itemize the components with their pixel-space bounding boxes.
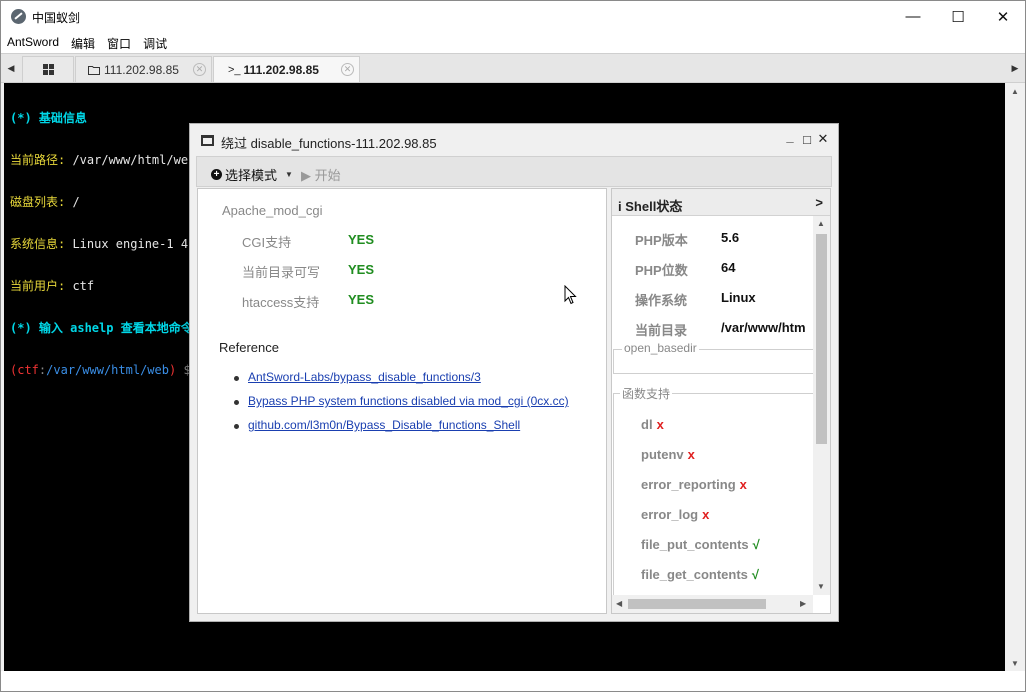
module-panel: Apache_mod_cgi CGI支持 YES 当前目录可写 YES htac…: [197, 188, 607, 614]
cross-icon: x: [687, 447, 695, 462]
reference-link[interactable]: Bypass PHP system functions disabled via…: [234, 394, 569, 408]
info-key: 当前目录: [635, 323, 688, 338]
info-value: Linux: [721, 290, 756, 305]
tab-file-manager[interactable]: 111.202.98.85 ✕: [75, 56, 212, 82]
function-name: file_get_contents: [641, 567, 748, 582]
info-key: PHP版本: [635, 233, 688, 248]
functions-label: 函数支持: [620, 385, 673, 402]
cross-icon: x: [702, 507, 710, 522]
antsword-window: 中国蚁剑 — ☐ ✕ AntSword 编辑 窗口 调试 ◀ 111.202.9…: [0, 0, 1026, 692]
shell-status-hscrollbar[interactable]: ◀ ▶: [612, 595, 813, 613]
dialog-header[interactable]: 绕过 disable_functions-111.202.98.85 _ □ ✕: [190, 124, 838, 156]
dialog-title: 绕过 disable_functions-111.202.98.85: [221, 136, 437, 151]
menu-edit[interactable]: 编辑: [65, 32, 101, 53]
dialog-close-button[interactable]: ✕: [817, 131, 829, 146]
info-value: 64: [721, 260, 736, 275]
dialog-maximize-button[interactable]: □: [801, 132, 813, 147]
scroll-down-icon[interactable]: ▼: [1005, 655, 1025, 671]
info-key: 操作系统: [635, 293, 688, 308]
function-item: error_log x: [641, 507, 709, 522]
scroll-up-icon[interactable]: ▲: [1005, 83, 1025, 99]
close-button[interactable]: ✕: [980, 1, 1025, 32]
check-icon: √: [752, 537, 760, 552]
function-name: dl: [641, 417, 653, 432]
scroll-thumb[interactable]: [628, 599, 766, 609]
function-item: error_reporting x: [641, 477, 747, 492]
reference-link[interactable]: github.com/l3m0n/Bypass_Disable_function…: [233, 418, 520, 432]
info-value: /var/www/htm: [721, 320, 806, 335]
tab-close-icon[interactable]: ✕: [341, 63, 354, 76]
collapse-arrow-icon[interactable]: >: [815, 195, 823, 210]
terminal-scrollbar[interactable]: ▲ ▼: [1005, 83, 1025, 671]
tab-home[interactable]: [22, 56, 74, 82]
cross-icon: x: [656, 417, 664, 432]
check-value: YES: [348, 292, 375, 307]
scroll-thumb[interactable]: [816, 234, 827, 444]
open-basedir-group: open_basedir: [613, 341, 813, 374]
scroll-down-icon[interactable]: ▼: [817, 582, 825, 591]
title-bar: 中国蚁剑 — ☐ ✕: [1, 1, 1025, 32]
function-item: file_put_contents √: [641, 537, 760, 552]
shell-status-vscrollbar[interactable]: ▲ ▼: [813, 216, 830, 595]
function-item: dl x: [641, 417, 664, 432]
check-label: htaccess支持: [242, 295, 320, 310]
function-name: error_reporting: [641, 477, 736, 492]
menu-window[interactable]: 窗口: [101, 32, 137, 53]
dialog-minimize-button[interactable]: _: [784, 129, 796, 144]
window-title: 中国蚁剑: [32, 11, 81, 25]
scroll-right-icon[interactable]: ▶: [800, 599, 806, 608]
mouse-cursor-icon: [564, 285, 577, 305]
menu-debug[interactable]: 调试: [137, 32, 173, 53]
status-strip: [1, 671, 1025, 691]
reference-heading: Reference: [219, 340, 279, 355]
check-label: 当前目录可写: [242, 265, 321, 280]
check-value: YES: [348, 232, 375, 247]
scroll-up-icon[interactable]: ▲: [817, 219, 825, 228]
check-label: CGI支持: [242, 235, 292, 250]
minimize-button[interactable]: —: [890, 1, 936, 32]
window-icon: [201, 135, 214, 146]
tab-bar: ◀ 111.202.98.85 ✕ >_ 111.202.98.85 ✕ ▶: [1, 53, 1025, 83]
tab-scroll-left-icon[interactable]: ◀: [1, 54, 21, 82]
function-name: putenv: [641, 447, 684, 462]
shell-status-title: i Shell状态: [618, 199, 683, 214]
module-name: Apache_mod_cgi: [222, 203, 323, 218]
info-key: PHP位数: [635, 263, 688, 278]
info-icon: i: [618, 199, 622, 214]
tab-close-icon[interactable]: ✕: [193, 63, 206, 76]
shell-status-header[interactable]: i Shell状态 >: [612, 189, 830, 216]
tab-terminal[interactable]: >_ 111.202.98.85 ✕: [213, 56, 360, 82]
caret-down-icon: ▼: [285, 170, 293, 179]
terminal-icon: >_: [228, 63, 241, 76]
info-value: 5.6: [721, 230, 740, 245]
select-mode-dropdown[interactable]: + 选择模式 ▼: [211, 165, 293, 184]
shell-status-panel: i Shell状态 > PHP版本 5.6 PHP位数 64 操作系统 Linu…: [611, 188, 831, 614]
check-icon: √: [751, 567, 760, 582]
function-name: file_put_contents: [641, 537, 749, 552]
menu-antsword[interactable]: AntSword: [1, 32, 65, 53]
check-value: YES: [348, 262, 375, 277]
bypass-dialog: 绕过 disable_functions-111.202.98.85 _ □ ✕…: [189, 123, 839, 622]
function-item: file_get_contents √: [641, 567, 759, 582]
tab-label: 111.202.98.85: [243, 62, 319, 77]
tab-label: 111.202.98.85: [104, 62, 179, 77]
start-button[interactable]: ▶ 开始: [301, 165, 341, 184]
function-item: putenv x: [641, 447, 695, 462]
function-name: error_log: [641, 507, 699, 522]
scroll-left-icon[interactable]: ◀: [616, 599, 622, 608]
plus-circle-icon: +: [211, 169, 222, 180]
menu-bar: AntSword 编辑 窗口 调试: [1, 32, 1025, 53]
reference-link[interactable]: AntSword-Labs/bypass_disable_functions/3: [234, 370, 481, 384]
antsword-logo-icon: [11, 9, 26, 24]
open-basedir-label: open_basedir: [622, 341, 699, 355]
tab-scroll-right-icon[interactable]: ▶: [1005, 54, 1025, 82]
dialog-toolbar: + 选择模式 ▼ ▶ 开始: [196, 156, 832, 187]
select-mode-label: 选择模式: [225, 168, 278, 183]
maximize-button[interactable]: ☐: [935, 1, 981, 32]
grid-icon: [42, 64, 54, 75]
folder-icon: [88, 65, 100, 75]
cross-icon: x: [739, 477, 747, 492]
